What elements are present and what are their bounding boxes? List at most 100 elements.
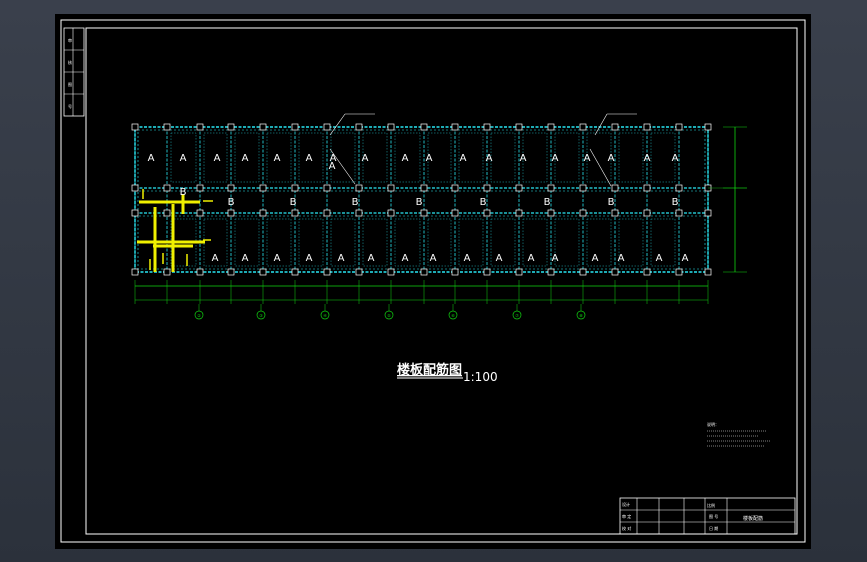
column-node <box>675 209 683 217</box>
slab-label-corridor: B <box>544 197 551 208</box>
slab-label-corridor: B <box>672 197 679 208</box>
slab-label-top: A <box>584 153 591 164</box>
column-node <box>704 123 712 131</box>
column-node <box>291 184 299 192</box>
svg-text:号: 号 <box>68 103 72 109</box>
slab-label-corridor: B <box>416 197 423 208</box>
column-node <box>196 209 204 217</box>
notes-heading: 说明： <box>707 421 719 427</box>
column-node <box>420 268 428 276</box>
slab-label-top: A <box>426 153 433 164</box>
column-node <box>611 268 619 276</box>
column-node <box>547 123 555 131</box>
slab-label-bottom: A <box>338 253 345 264</box>
column-node <box>643 184 651 192</box>
svg-text:校 对: 校 对 <box>622 525 631 531</box>
column-node <box>704 268 712 276</box>
slab-label-corridor: B <box>352 197 359 208</box>
svg-text:审 定: 审 定 <box>622 513 631 519</box>
slab-label-top: A <box>274 153 281 164</box>
slab-label-corridor: B <box>608 197 615 208</box>
slab-label-top: A <box>402 153 409 164</box>
axis-bubble-label: ④ <box>323 313 327 318</box>
column-node <box>259 123 267 131</box>
axis-bubble-label: ③ <box>259 313 263 318</box>
slab-label-top: A <box>672 153 679 164</box>
title-block: 比例 楼板配筋 设计 审 定 校 对 图 号 日 期 <box>619 497 796 535</box>
column-node <box>323 184 331 192</box>
column-node <box>387 184 395 192</box>
svg-text:设计: 设计 <box>622 501 630 507</box>
axis-bubble-label: ⑧ <box>579 313 583 318</box>
slab-outline <box>490 132 516 183</box>
slab-label-bottom: A <box>592 253 599 264</box>
column-node <box>227 268 235 276</box>
leader-line <box>594 113 608 136</box>
column-node <box>515 209 523 217</box>
slab-outline <box>554 218 580 267</box>
column-node <box>131 184 139 192</box>
column-node <box>355 184 363 192</box>
slab-label-bottom: A <box>618 253 625 264</box>
leader-line <box>329 113 346 136</box>
slab-label-top: A <box>520 153 527 164</box>
column-node <box>675 184 683 192</box>
column-node <box>355 209 363 217</box>
floor-plan: ② ③ ④ ⑤ ⑥ ⑦ ⑧ <box>131 113 747 320</box>
slab-label-top: A <box>214 153 221 164</box>
column-node <box>227 184 235 192</box>
outer-frame <box>60 19 806 543</box>
slab-label-top: A <box>242 153 249 164</box>
drawing-scale: 1:100 <box>463 370 498 384</box>
column-node <box>131 209 139 217</box>
drawing-sheet: 审 核 图 号 ② ③ ④ ⑤ ⑥ ⑦ ⑧ A A A A A A A A A A A A A A A A A A B B B B B B… <box>60 19 806 543</box>
column-node <box>163 268 171 276</box>
column-node <box>611 123 619 131</box>
slab-label-bottom: A <box>430 253 437 264</box>
slab-label-top: A <box>148 153 155 164</box>
inner-frame <box>85 27 798 535</box>
slab-label-top: A <box>644 153 651 164</box>
column-node <box>196 123 204 131</box>
slab-label-top: A <box>460 153 467 164</box>
column-node <box>611 184 619 192</box>
slab-label-bottom: A <box>656 253 663 264</box>
slab-label-top: A <box>306 153 313 164</box>
column-node <box>611 209 619 217</box>
column-node <box>547 268 555 276</box>
svg-text:图: 图 <box>68 81 72 87</box>
drawing-title: 楼板配筋图 <box>397 362 462 378</box>
column-node <box>163 123 171 131</box>
column-node <box>387 209 395 217</box>
column-node <box>483 184 491 192</box>
svg-text:日 期: 日 期 <box>709 525 718 531</box>
column-node <box>451 184 459 192</box>
column-node <box>579 209 587 217</box>
axis-bubble-label: ⑤ <box>387 313 391 318</box>
column-node <box>420 123 428 131</box>
axis-bubble-label: ⑥ <box>451 313 455 318</box>
slab-label-top: A <box>486 153 493 164</box>
axis-bubble-label: ② <box>197 313 201 318</box>
column-node <box>196 184 204 192</box>
column-node <box>704 209 712 217</box>
slab-label-extra: A <box>329 161 336 172</box>
slab-label-bottom: A <box>528 253 535 264</box>
column-node <box>259 209 267 217</box>
column-node <box>323 123 331 131</box>
slab-outline <box>554 132 580 183</box>
column-node <box>387 123 395 131</box>
column-node <box>163 184 171 192</box>
svg-text:图 号: 图 号 <box>709 513 718 519</box>
column-node <box>355 268 363 276</box>
cad-viewport[interactable]: 审 核 图 号 ② ③ ④ ⑤ ⑥ ⑦ ⑧ A A A A A A A A A A A A A A A A A A B B B B B B… <box>55 14 811 549</box>
column-node <box>291 268 299 276</box>
column-node <box>387 268 395 276</box>
slab-label-bottom: A <box>368 253 375 264</box>
column-node <box>227 209 235 217</box>
slab-label-bottom: A <box>552 253 559 264</box>
binding-strip: 审 核 图 号 <box>63 27 85 117</box>
column-node <box>579 268 587 276</box>
axis-bubble-label: ⑦ <box>515 313 519 318</box>
slab-label-bottom: A <box>496 253 503 264</box>
